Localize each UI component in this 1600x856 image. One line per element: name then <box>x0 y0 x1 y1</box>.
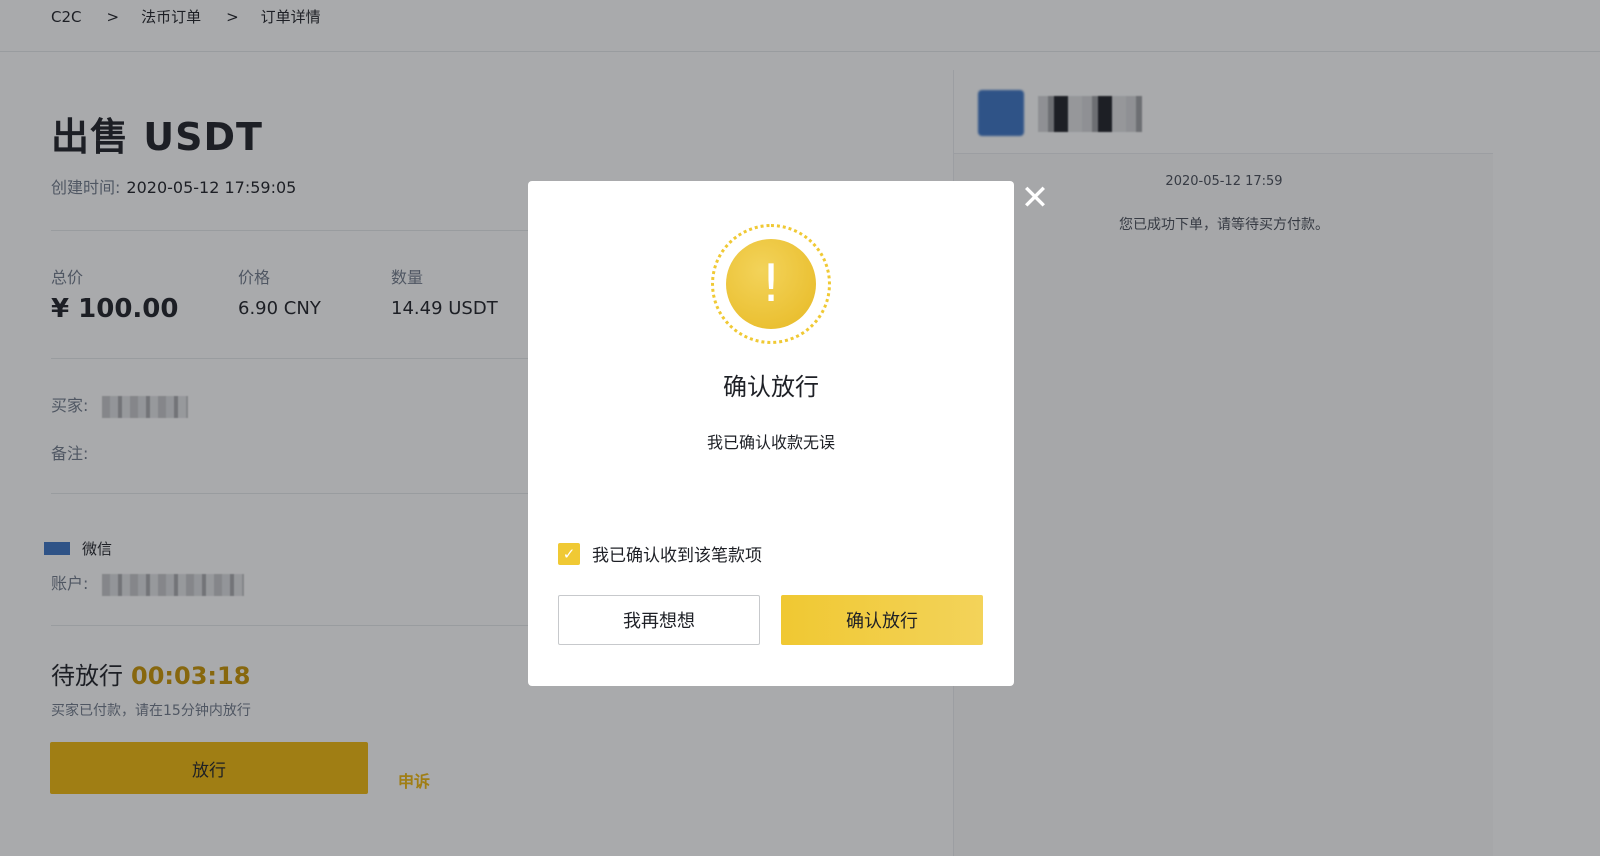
dialog-description: 我已确认收款无误 <box>706 433 835 452</box>
confirm-received-checkbox-row[interactable]: ✓ 我已确认收到该笔款项 <box>558 541 762 566</box>
order-detail-page: C2C > 法币订单 > 订单详情 出售 USDT 创建时间: 2020-05-1… <box>0 0 1600 856</box>
confirm-release-button[interactable]: 确认放行 <box>781 595 983 645</box>
confirm-received-label[interactable]: 我已确认收到该笔款项 <box>592 541 762 566</box>
exclamation-icon: ! <box>726 239 816 329</box>
warning-icon-ring: ! <box>711 224 831 344</box>
cancel-button[interactable]: 我再想想 <box>558 595 760 645</box>
confirm-received-checkbox[interactable]: ✓ <box>558 542 580 565</box>
confirm-release-dialog: ! 确认放行 我已确认收款无误 ✓ 我已确认收到该笔款项 我再想想 确认放行 <box>528 181 1014 686</box>
close-icon[interactable]: ✕ <box>1019 181 1051 216</box>
dialog-title: 确认放行 <box>723 373 819 401</box>
